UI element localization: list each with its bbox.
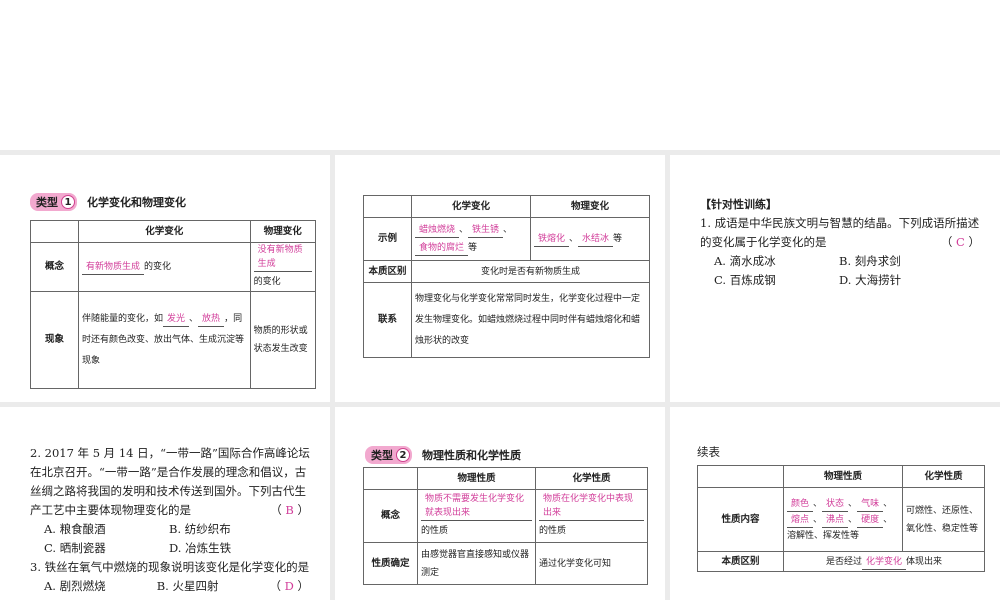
slide-type1-table: 类型 1 化学变化和物理变化 化学变化 物理变化 概念 有新物质生成 的变化 没有新物… bbox=[0, 155, 330, 402]
change-examples-table: 化学变化 物理变化 示例 蜡烛燃烧、铁生锈 、食物的腐烂等 铁熔化、水结冰等 本质区… bbox=[363, 195, 650, 358]
slide-type2-table: 类型 2 物理性质和化学性质 物理性质 化学性质 概念 物质不需要发生化学变化就表现… bbox=[335, 407, 665, 600]
answer: D bbox=[284, 579, 294, 593]
type-badge: 类型 2 bbox=[365, 446, 412, 464]
training-heading: 【针对性训练】 bbox=[700, 198, 777, 211]
question-2: 2. 2017 年 5 月 14 日，“一带一路”国际合作高峰论坛在北京召开。“… bbox=[30, 446, 310, 517]
change-comparison-table: 化学变化 物理变化 概念 有新物质生成 的变化 没有新物质生成的变化 现象 伴随能量… bbox=[30, 220, 317, 389]
property-content-table: 物理性质 化学性质 性质内容 颜色、状态、气味 、熔点、沸点、硬度 、溶解性、挥发性等… bbox=[697, 465, 985, 572]
type-badge: 类型 1 bbox=[30, 193, 77, 211]
blank-header-area bbox=[0, 0, 1000, 150]
type1-heading: 类型 1 化学变化和物理变化 bbox=[30, 193, 186, 211]
slide-type2-table-continued: 续表 物理性质 化学性质 性质内容 颜色、状态、气味 、熔点、沸点、硬度 、溶解性、挥… bbox=[670, 407, 1000, 600]
question-1: 1. 成语是中华民族文明与智慧的结晶。下列成语所描述的变化属于化学变化的是（ C… bbox=[700, 216, 980, 249]
section-title: 化学变化和物理变化 bbox=[87, 196, 186, 209]
property-comparison-table: 物理性质 化学性质 概念 物质不需要发生化学变化就表现出来的性质 物质在化学变化中… bbox=[363, 467, 648, 585]
slide-training-q2-q3: 2. 2017 年 5 月 14 日，“一带一路”国际合作高峰论坛在北京召开。“… bbox=[0, 407, 330, 600]
slide-type1-table-continued: 化学变化 物理变化 示例 蜡烛燃烧、铁生锈 、食物的腐烂等 铁熔化、水结冰等 本质区… bbox=[335, 155, 665, 402]
answer: B bbox=[285, 503, 294, 517]
section-title: 物理性质和化学性质 bbox=[422, 449, 521, 462]
slide-training-q1: 【针对性训练】 1. 成语是中华民族文明与智慧的结晶。下列成语所描述的变化属于化… bbox=[670, 155, 1000, 402]
continued-label: 续表 bbox=[697, 445, 720, 459]
answer: C bbox=[956, 235, 965, 249]
type2-heading: 类型 2 物理性质和化学性质 bbox=[365, 446, 521, 464]
question-3: 3. 铁丝在氧气中燃烧的现象说明该变化是化学变化的是（ D ） bbox=[30, 560, 310, 593]
